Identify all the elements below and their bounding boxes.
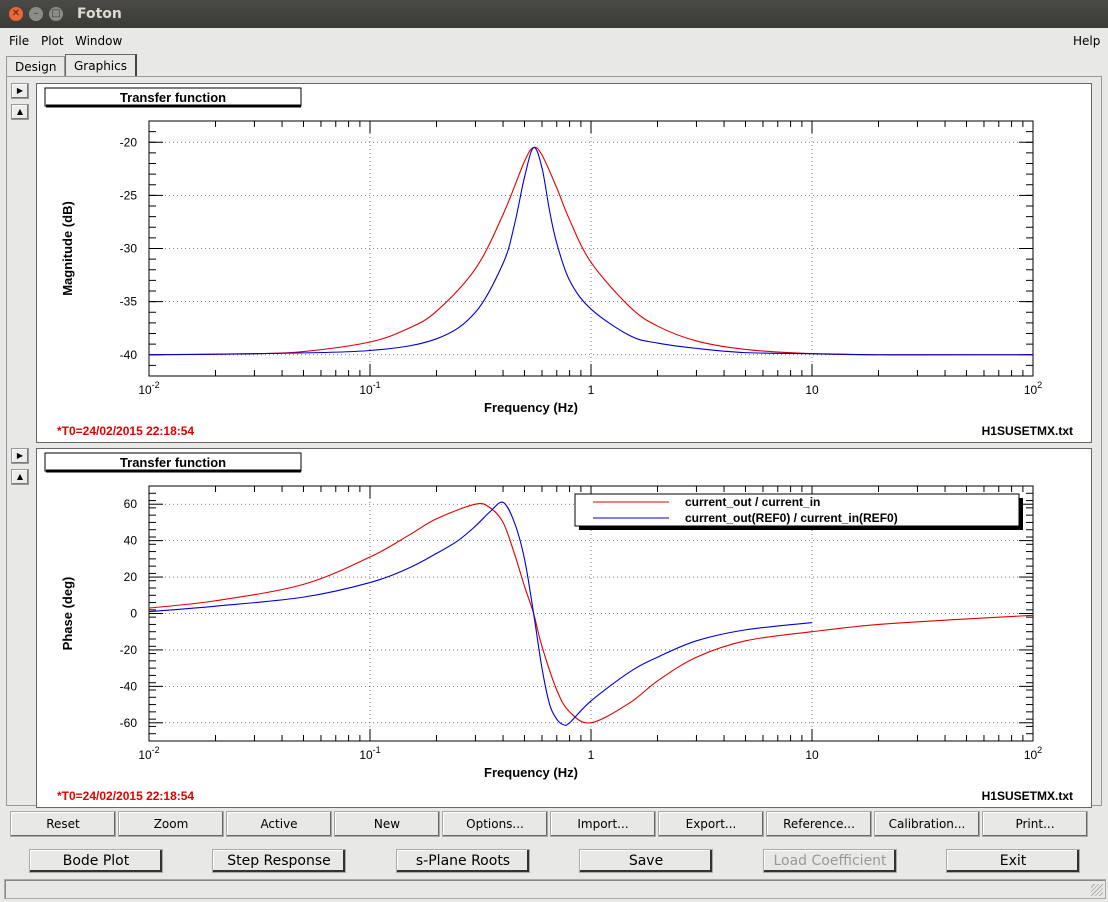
x-tick-exponent: -1 [373,745,381,755]
magnitude-plot-pad[interactable]: Transfer function *T0=24/02/2015 22:18:5… [36,83,1092,443]
window-close-button[interactable]: ✕ [9,7,23,21]
t0-timestamp: *T0=24/02/2015 22:18:54 [57,789,194,803]
x-tick-label: 10-2 [138,745,159,762]
resize-grip-icon[interactable] [1091,884,1103,896]
import-button[interactable]: Import... [550,811,656,837]
status-bar [4,879,1106,899]
expand-arrow-icon[interactable]: ▶ [11,83,29,99]
step-response-button[interactable]: Step Response [212,849,346,873]
reference-button[interactable]: Reference... [766,811,872,837]
print-button[interactable]: Print... [982,811,1088,837]
legend-entry: current_out / current_in [685,495,820,509]
x-tick-exponent: 2 [1037,380,1042,390]
window-maximize-button[interactable]: □ [49,7,63,21]
menu-plot[interactable]: Plot [41,34,64,48]
plot-title: Transfer function [120,90,226,105]
x-tick-label: 10-2 [138,380,159,397]
y-tick-label: 60 [124,497,138,511]
active-button[interactable]: Active [226,811,332,837]
collapse-arrow-icon[interactable]: ▲ [11,469,29,485]
menu-file[interactable]: File [9,34,29,48]
options-button[interactable]: Options... [442,811,548,837]
x-tick-label: 10 [805,383,819,397]
t0-timestamp: *T0=24/02/2015 22:18:54 [57,424,194,438]
x-tick-label: 10-1 [359,380,380,397]
x-tick-label: 1 [588,748,595,762]
series-line-1 [149,146,1033,356]
series-line-0 [149,146,1033,356]
y-axis-label: Magnitude (dB) [60,201,75,296]
y-tick-label: -30 [120,242,138,256]
y-tick-label: -25 [120,188,138,202]
zoom-button[interactable]: Zoom [118,811,224,837]
x-tick-label: 102 [1024,380,1042,397]
new-button[interactable]: New [334,811,440,837]
y-tick-label: 40 [124,534,138,548]
menu-bar: File Plot Window Help [0,28,1108,52]
x-tick-label: 10-1 [359,745,380,762]
s-plane-roots-button[interactable]: s-Plane Roots [396,849,530,873]
window-minimize-button[interactable]: – [29,7,43,21]
bode-plot-button[interactable]: Bode Plot [29,849,163,873]
x-tick-exponent: -1 [373,380,381,390]
y-tick-label: -40 [120,348,138,362]
x-axis-label: Frequency (Hz) [484,765,578,780]
x-tick-exponent: -2 [152,380,160,390]
x-axis-label: Frequency (Hz) [484,400,578,415]
menu-window[interactable]: Window [75,34,122,48]
tab-graphics[interactable]: Graphics [65,54,137,77]
phase-plot[interactable]: Transfer function *T0=24/02/2015 22:18:5… [37,449,1091,807]
expand-arrow-icon[interactable]: ▶ [11,448,29,464]
title-bar: ✕ – □ Foton [0,0,1108,28]
window-title: Foton [77,6,122,22]
x-tick-exponent: -2 [152,745,160,755]
y-tick-label: 20 [124,570,138,584]
reset-button[interactable]: Reset [10,811,116,837]
series-line-1 [149,501,813,726]
y-tick-label: -20 [120,643,138,657]
legend-entry: current_out(REF0) / current_in(REF0) [685,511,898,525]
y-tick-label: -60 [120,716,138,730]
load-coefficient-button: Load Coefficient [763,849,897,873]
graphics-button-row: Reset Zoom Active New Options... Import.… [8,811,1092,837]
y-axis-label: Phase (deg) [60,577,75,651]
x-tick-exponent: 2 [1037,745,1042,755]
x-tick-label: 1 [588,383,595,397]
export-button[interactable]: Export... [658,811,764,837]
tab-design[interactable]: Design [6,56,66,77]
plot-title: Transfer function [120,455,226,470]
phase-plot-pad[interactable]: Transfer function *T0=24/02/2015 22:18:5… [36,448,1092,808]
menu-help[interactable]: Help [1073,34,1100,48]
exit-button[interactable]: Exit [946,849,1080,873]
y-tick-label: -40 [120,679,138,693]
y-tick-label: -35 [120,295,138,309]
x-tick-label: 10 [805,748,819,762]
y-tick-label: -20 [120,135,138,149]
collapse-arrow-icon[interactable]: ▲ [11,104,29,120]
plot-filename: H1SUSETMX.txt [982,424,1073,438]
calibration-button[interactable]: Calibration... [874,811,980,837]
save-button[interactable]: Save [579,849,713,873]
magnitude-plot[interactable]: Transfer function *T0=24/02/2015 22:18:5… [37,84,1091,442]
y-tick-label: 0 [130,607,137,621]
x-tick-label: 102 [1024,745,1042,762]
plot-filename: H1SUSETMX.txt [982,789,1073,803]
